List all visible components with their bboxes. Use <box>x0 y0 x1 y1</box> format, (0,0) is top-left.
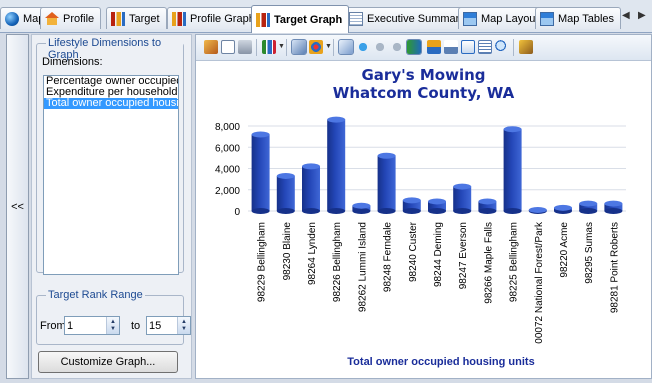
document-icon <box>349 11 363 26</box>
target-chart-icon <box>111 11 125 26</box>
x-tick-label: 98281 Point Roberts <box>609 222 620 313</box>
chart-bar[interactable] <box>554 204 572 214</box>
x-tick-label: 98248 Ferndale <box>383 222 394 292</box>
dimensions-label: Dimensions: <box>42 56 103 68</box>
target-rank-range-legend: Target Rank Range <box>46 289 145 301</box>
map-table-icon <box>540 11 554 26</box>
tab-executive-summary[interactable]: Executive Summary <box>344 7 472 29</box>
chart-bar[interactable] <box>503 126 522 214</box>
tab-bar: Map Profile Target Profile Graph Target … <box>0 0 652 33</box>
tab-label: Target <box>129 12 160 25</box>
target-rank-range-group: Target Rank Range From 1 ▲ ▼ to 15 ▲ ▼ <box>36 289 191 345</box>
bar-chart-icon <box>256 12 270 27</box>
chart-bar[interactable] <box>327 116 346 214</box>
x-axis-labels: 98229 Bellingham 98230 Blaine 98264 Lynden… <box>257 221 621 344</box>
tab-label: Profile Graph <box>190 12 255 25</box>
y-tick-label: 2,000 <box>215 186 240 197</box>
tab-scroll-left-icon[interactable]: ◀ <box>622 10 630 21</box>
collapse-label: << <box>11 200 24 213</box>
chart-bar[interactable] <box>528 206 547 214</box>
y-tick-label: 0 <box>234 207 240 218</box>
house-icon <box>45 11 59 26</box>
tab-profile-graph[interactable]: Profile Graph <box>167 7 262 29</box>
map-layout-icon <box>463 11 477 26</box>
customize-graph-label: Customize Graph... <box>60 356 156 368</box>
from-label: From <box>40 320 66 332</box>
chart-bar[interactable] <box>478 198 497 214</box>
x-tick-label: 98226 Bellingham <box>332 222 343 302</box>
x-tick-label: 98262 Lummi Island <box>357 222 368 312</box>
x-tick-label: 98225 Bellingham <box>509 222 520 302</box>
chart-bar[interactable] <box>402 197 421 214</box>
chart-bar[interactable] <box>302 163 320 214</box>
chart-bar[interactable] <box>377 152 396 214</box>
tab-map-tables[interactable]: Map Tables <box>535 7 622 29</box>
tab-label: Map Tables <box>558 12 615 25</box>
tab-label: Map Layout <box>481 12 539 25</box>
lifestyle-dimensions-group: Lifestyle Dimensions to Graph Dimensions… <box>36 37 184 275</box>
bars <box>251 116 623 215</box>
chart-bar[interactable] <box>276 172 295 214</box>
tab-map-layout[interactable]: Map Layout <box>458 7 546 29</box>
x-tick-label: 98295 Sumas <box>584 222 595 284</box>
chart-bar[interactable] <box>251 131 270 215</box>
to-rank-spinner[interactable]: 15 ▲ ▼ <box>146 316 191 335</box>
y-tick-label: 6,000 <box>215 143 240 154</box>
tab-profile[interactable]: Profile <box>40 7 102 29</box>
globe-icon <box>5 11 19 26</box>
y-tick-label: 4,000 <box>215 165 240 176</box>
y-axis-ticks: 8,000 6,000 4,000 2,000 0 <box>215 122 240 218</box>
tab-target[interactable]: Target <box>106 7 167 29</box>
y-tick-label: 8,000 <box>215 122 240 133</box>
chart-bar[interactable] <box>579 200 598 214</box>
tab-label: Executive Summary <box>367 12 465 25</box>
chart-bar[interactable] <box>604 200 623 214</box>
to-rank-value[interactable]: 15 <box>147 320 177 332</box>
tab-scroll-right-icon[interactable]: ▶ <box>638 10 646 21</box>
dimension-item-selected[interactable]: Total owner occupied housing <box>44 98 178 109</box>
x-tick-label: 98220 Acme <box>559 222 570 278</box>
tab-label: Profile <box>63 12 95 25</box>
x-tick-label: 98247 Everson <box>458 222 469 289</box>
x-tick-label: 98244 Deming <box>433 222 444 287</box>
dimensions-listbox[interactable]: Percentage owner occupied ho Expenditure… <box>43 75 179 275</box>
x-tick-label: 98230 Blaine <box>282 222 293 281</box>
tab-label: Target Graph <box>274 13 343 26</box>
chart-bar[interactable] <box>352 202 371 214</box>
from-rank-spinner[interactable]: 1 ▲ ▼ <box>64 316 120 335</box>
spinner-arrows-icon[interactable]: ▲ ▼ <box>177 317 190 334</box>
to-label: to <box>131 320 141 332</box>
spinner-arrows-icon[interactable]: ▲ ▼ <box>106 317 119 334</box>
chart-bar[interactable] <box>453 183 472 214</box>
bar-chart-icon <box>172 11 186 26</box>
chart-bar[interactable] <box>428 198 446 214</box>
x-tick-label: 98266 Maple Falls <box>483 222 494 304</box>
x-tick-label: 00072 National Forest/Park <box>534 221 545 344</box>
x-tick-label: 98240 Custer <box>408 221 419 282</box>
customize-graph-button[interactable]: Customize Graph... <box>38 351 178 373</box>
x-tick-label: 98264 Lynden <box>307 222 318 285</box>
x-axis-title: Total owner occupied housing units <box>347 356 534 368</box>
x-tick-label: 98229 Bellingham <box>257 222 268 302</box>
collapse-panel-button[interactable]: << <box>6 34 29 379</box>
from-rank-value[interactable]: 1 <box>65 320 106 332</box>
graph-panel: ▼ ▼ Gary's Mowing Whatcom County, WA 8,0… <box>195 34 652 379</box>
options-panel: Lifestyle Dimensions to Graph Dimensions… <box>31 34 192 379</box>
bar-chart: 8,0006,0004,0002,0000 98229 Bellingham 98… <box>215 116 626 368</box>
tab-target-graph[interactable]: Target Graph <box>251 5 350 33</box>
